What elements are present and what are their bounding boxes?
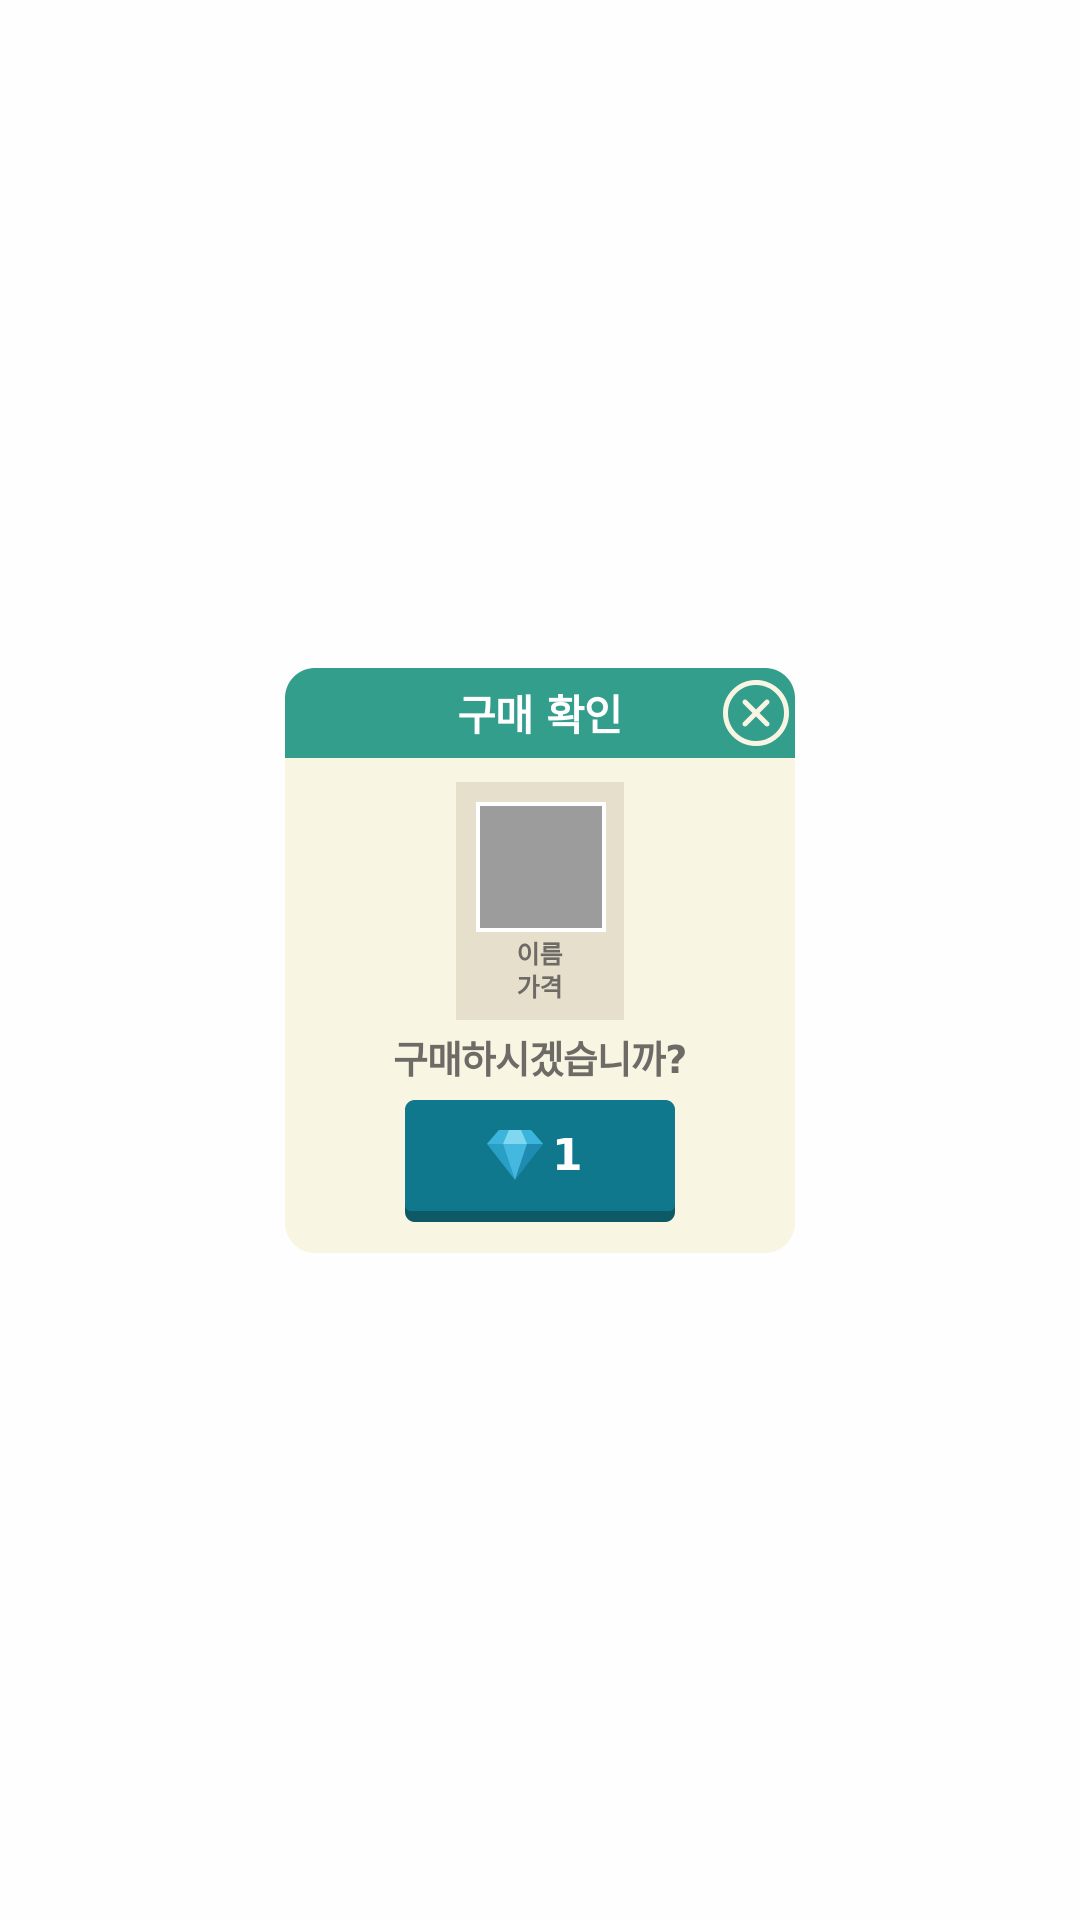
price-amount: 1	[552, 1130, 583, 1181]
item-name: 이름	[516, 940, 563, 969]
close-button[interactable]	[723, 680, 789, 746]
purchase-confirm-dialog: 구매 확인 이름 가격 구매하시겠습니까? 1	[285, 668, 795, 1253]
dialog-title: 구매 확인	[457, 691, 623, 740]
diamond-gem-icon	[487, 1130, 543, 1180]
buy-button[interactable]: 1	[405, 1100, 675, 1222]
item-image-placeholder	[476, 802, 606, 932]
item-card: 이름 가격	[456, 782, 624, 1020]
close-icon	[742, 699, 770, 727]
buy-button-face: 1	[405, 1100, 675, 1211]
item-price: 가격	[516, 973, 563, 1002]
purchase-question: 구매하시겠습니까?	[393, 1038, 688, 1082]
